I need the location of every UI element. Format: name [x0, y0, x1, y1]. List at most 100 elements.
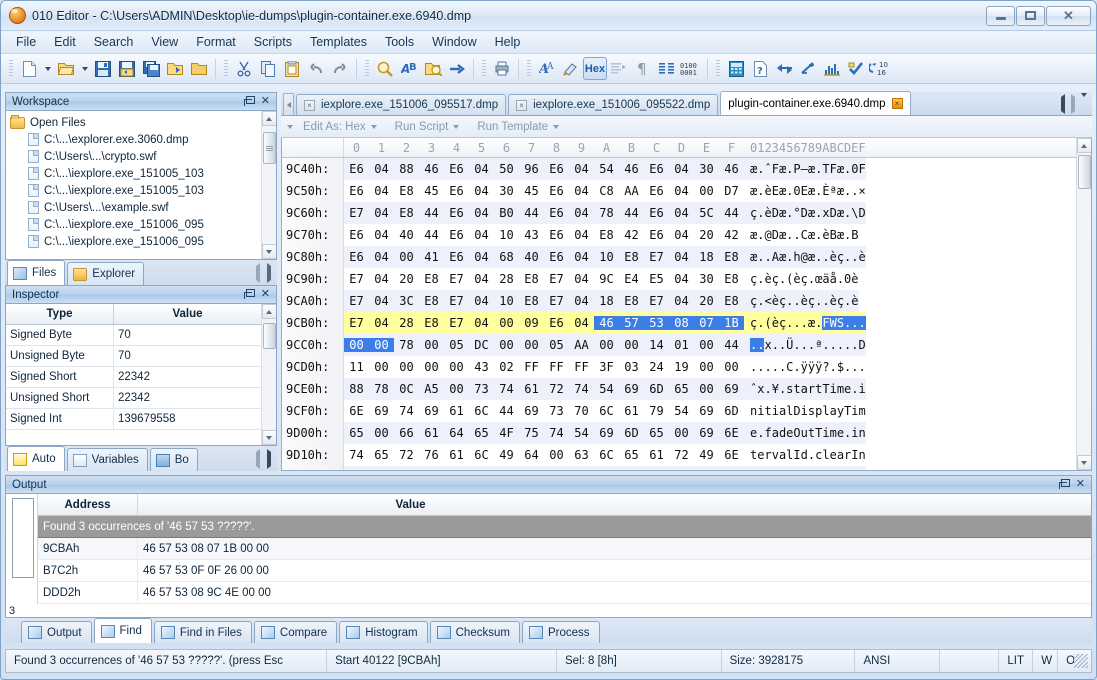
hex-byte[interactable]: 61: [644, 448, 669, 462]
hex-byte[interactable]: 65: [344, 426, 369, 440]
math-icon[interactable]: [796, 57, 820, 80]
hex-byte[interactable]: 74: [569, 382, 594, 396]
ascii-char[interactable]: .: [779, 338, 786, 352]
tab-close-icon[interactable]: ×: [516, 99, 528, 111]
hex-byte[interactable]: A5: [419, 382, 444, 396]
hex-byte[interactable]: 49: [494, 448, 519, 462]
hex-byte[interactable]: E6: [644, 206, 669, 220]
inspector-close-icon[interactable]: ✕: [261, 289, 270, 300]
hex-byte[interactable]: 78: [594, 206, 619, 220]
hex-byte[interactable]: 54: [669, 404, 694, 418]
ascii-char[interactable]: (: [786, 272, 793, 286]
scroll-track[interactable]: [261, 319, 276, 430]
editor-toolbar-menu-icon[interactable]: [283, 118, 296, 136]
hex-byte[interactable]: 42: [719, 228, 744, 242]
ascii-char[interactable]: .: [815, 206, 822, 220]
ascii-char[interactable]: ˆ: [764, 162, 771, 176]
scroll-track[interactable]: [261, 126, 276, 244]
hex-bytes[interactable]: E6 04 E8 45 E6 04 30 45 E6 04 C8 AA E6 04 00 D7: [344, 180, 744, 202]
hex-byte[interactable]: 44: [494, 404, 519, 418]
maximize-button[interactable]: [1016, 5, 1045, 26]
inspector-vertical-scrollbar[interactable]: [261, 304, 276, 445]
hex-row[interactable]: 9D10h: 74 65 72 76 61 6C 49 64 00 63 6C 65 61 72 49 6E t e…: [282, 444, 1076, 466]
ascii-char[interactable]: æ: [779, 184, 786, 198]
hex-byte[interactable]: 04: [569, 316, 594, 330]
ascii-char[interactable]: T: [822, 382, 829, 396]
ascii-char[interactable]: è: [772, 316, 779, 330]
hex-byte[interactable]: 3F: [594, 360, 619, 374]
hex-byte[interactable]: E8: [419, 294, 444, 308]
ascii-char[interactable]: .: [837, 338, 844, 352]
ascii-text[interactable]: ..... C. ÿ ÿ ÿ?. $...: [744, 356, 866, 378]
ascii-char[interactable]: i: [851, 404, 858, 418]
hex-byte[interactable]: 04: [469, 206, 494, 220]
hex-byte[interactable]: 74: [544, 426, 569, 440]
hex-byte[interactable]: 18: [594, 294, 619, 308]
hex-byte[interactable]: 00: [369, 360, 394, 374]
inspector-restore-icon[interactable]: [243, 289, 255, 299]
hex-byte[interactable]: 69: [619, 382, 644, 396]
ascii-char[interactable]: .: [757, 184, 764, 198]
hex-byte[interactable]: 44: [419, 228, 444, 242]
ascii-char[interactable]: .: [779, 272, 786, 286]
hex-byte[interactable]: 04: [369, 162, 394, 176]
ascii-text[interactable]: æ. @ Dæ.. Cæ. è Bæ. B: [744, 224, 859, 246]
hex-byte[interactable]: 61: [444, 404, 469, 418]
hex-byte[interactable]: 04: [669, 272, 694, 286]
ascii-char[interactable]: æ: [837, 162, 844, 176]
dock-tab-files[interactable]: Files: [7, 260, 66, 285]
ascii-char[interactable]: .: [830, 338, 837, 352]
hex-byte[interactable]: 19: [669, 360, 694, 374]
inspector-value[interactable]: 70: [114, 346, 261, 366]
hex-byte[interactable]: 53: [644, 316, 669, 330]
hex-row[interactable]: 9C70h: E6 04 40 44 E6 04 10 43 E6 04 E8 42 E6 04 20 42 æ.…: [282, 224, 1076, 246]
hex-byte[interactable]: 00: [369, 338, 394, 352]
hex-row[interactable]: 9CC0h: 00 00 78 00 05 DC 00 00 05 AA 00 00 14 01 00 44..…: [282, 334, 1076, 356]
hex-bytes[interactable]: E6 04 00 41 E6 04 68 40 E6 04 10 E8 E7 04 18 E8: [344, 246, 744, 268]
ascii-char[interactable]: .: [757, 338, 765, 352]
ascii-char[interactable]: r: [844, 448, 851, 462]
hex-byte[interactable]: E8: [619, 250, 644, 264]
hex-byte[interactable]: 0C: [394, 382, 419, 396]
ascii-char[interactable]: è: [830, 294, 837, 308]
hex-byte[interactable]: 69: [594, 426, 619, 440]
hex-byte[interactable]: 04: [569, 184, 594, 198]
hex-byte[interactable]: 46: [719, 162, 744, 176]
ascii-char[interactable]: C: [801, 228, 808, 242]
hex-row[interactable]: 9CE0h: 88 78 0C A5 00 73 74 61 72 74 54 69 6D 65 00 69 ˆ x…: [282, 378, 1076, 400]
ascii-char[interactable]: s: [786, 382, 793, 396]
hex-byte[interactable]: 30: [694, 272, 719, 286]
open-file-icon[interactable]: [54, 57, 78, 80]
scroll-down-button[interactable]: [261, 430, 276, 445]
ascii-char[interactable]: æ: [837, 206, 844, 220]
ascii-char[interactable]: .: [793, 228, 800, 242]
output-restore-icon[interactable]: [1058, 479, 1070, 489]
scroll-up-button[interactable]: [261, 304, 276, 319]
paragraph-icon[interactable]: ¶: [631, 57, 655, 80]
ascii-char[interactable]: .: [786, 162, 793, 176]
hex-bytes[interactable]: E7 04 20 E8 E7 04 28 E8 E7 04 9C E4 E5 04 30 E8: [344, 268, 744, 290]
ascii-char[interactable]: æ: [750, 184, 757, 198]
ascii-char[interactable]: .: [757, 360, 764, 374]
ascii-char[interactable]: .: [786, 250, 793, 264]
hex-byte[interactable]: 64: [444, 426, 469, 440]
ascii-char[interactable]: æ: [808, 250, 815, 264]
editor-tab-active[interactable]: plugin-container.exe.6940.dmp ×: [720, 91, 911, 115]
ascii-char[interactable]: D: [801, 206, 808, 220]
inspector-tabs-scroll-left-icon[interactable]: [256, 449, 260, 469]
ascii-char[interactable]: ª: [815, 338, 822, 352]
hex-byte[interactable]: 40: [519, 250, 544, 264]
ascii-char[interactable]: .: [764, 250, 771, 264]
hex-byte[interactable]: E6: [344, 228, 369, 242]
hex-byte[interactable]: E6: [644, 162, 669, 176]
hex-byte[interactable]: 6C: [594, 448, 619, 462]
editor-tabs-menu-icon[interactable]: [1081, 93, 1087, 111]
hex-byte[interactable]: E8: [394, 184, 419, 198]
binary-icon[interactable]: 0100 0001: [679, 57, 703, 80]
ascii-char[interactable]: .: [844, 426, 851, 440]
hex-byte[interactable]: 46: [594, 316, 619, 330]
hex-rows[interactable]: 9C40h: E6 04 88 46 E6 04 50 96 E6 04 54 46 E6 04 30 46 æ.…: [282, 158, 1076, 470]
hex-byte[interactable]: 5C: [694, 206, 719, 220]
menu-scripts[interactable]: Scripts: [245, 33, 301, 51]
hex-byte[interactable]: 10: [494, 294, 519, 308]
